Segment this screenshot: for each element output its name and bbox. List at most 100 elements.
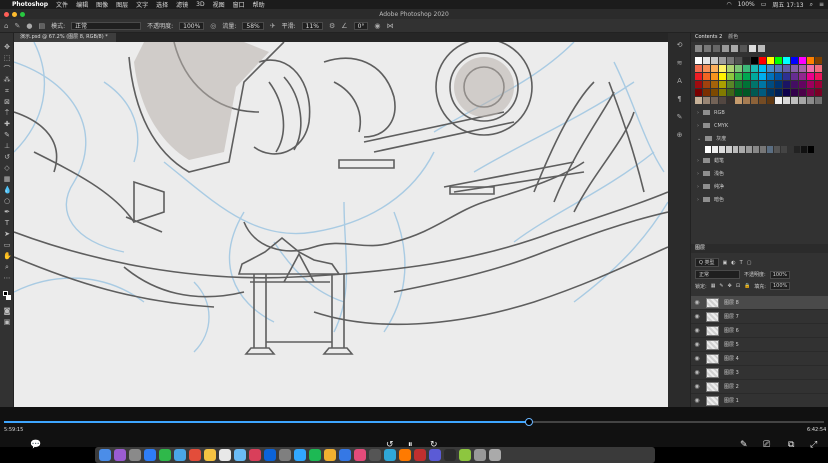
character-panel-icon[interactable]: A [675, 77, 684, 86]
color-swatch[interactable] [775, 57, 782, 64]
color-swatch[interactable] [807, 65, 814, 72]
color-swatch[interactable] [727, 57, 734, 64]
app-menu[interactable]: Photoshop [12, 1, 48, 8]
color-swatch[interactable] [767, 57, 774, 64]
eye-icon[interactable]: ◉ [691, 341, 703, 348]
menu-edit[interactable]: 编辑 [76, 0, 88, 9]
color-swatch[interactable] [775, 81, 782, 88]
color-swatch[interactable] [735, 97, 742, 104]
color-swatch[interactable] [799, 97, 806, 104]
safari-icon[interactable] [144, 449, 156, 461]
color-swatch[interactable] [791, 57, 798, 64]
menu-select[interactable]: 选择 [156, 0, 168, 9]
layer-row[interactable]: ◉ 图层 6 [691, 324, 828, 338]
lock-paint-icon[interactable]: ✎ [719, 283, 723, 289]
color-swatch[interactable] [767, 89, 774, 96]
color-swatch[interactable] [791, 81, 798, 88]
trash-icon[interactable] [489, 449, 501, 461]
filter-shape-icon[interactable]: ▢ [747, 260, 752, 266]
app-icon[interactable] [339, 449, 351, 461]
lock-transparent-icon[interactable]: ▦ [711, 283, 716, 289]
color-swatch[interactable] [703, 57, 710, 64]
color-swatch[interactable] [751, 81, 758, 88]
color-swatch[interactable] [759, 73, 766, 80]
home-icon[interactable]: ⌂ [4, 22, 8, 30]
color-swatch[interactable] [759, 81, 766, 88]
mail-icon[interactable] [174, 449, 186, 461]
gray-swatch[interactable] [773, 146, 780, 153]
finder-icon[interactable] [99, 449, 111, 461]
battery-icon[interactable]: ▭ [761, 1, 767, 8]
filter-type-icon[interactable]: T [740, 260, 743, 266]
color-swatch[interactable] [807, 81, 814, 88]
pressure-opacity-icon[interactable]: ◎ [210, 22, 216, 30]
color-swatch[interactable] [743, 97, 750, 104]
app-icon[interactable] [414, 449, 426, 461]
frame-tool-icon[interactable]: ⊠ [3, 98, 11, 106]
color-swatch[interactable] [703, 73, 710, 80]
gray-swatch[interactable] [718, 146, 725, 153]
fullscreen-icon[interactable]: ⤢ [810, 440, 817, 450]
color-swatch[interactable] [727, 81, 734, 88]
panel-tab-2[interactable]: 颜色 [728, 33, 738, 42]
pressure-size-icon[interactable]: ◉ [374, 22, 380, 30]
screen-mode-icon[interactable]: ▣ [3, 318, 11, 326]
recent-swatch[interactable] [713, 45, 720, 52]
color-swatch[interactable] [815, 65, 822, 72]
swatch-group-pastel[interactable]: › 蜡笔 [691, 154, 828, 167]
color-swatch[interactable] [743, 89, 750, 96]
recent-swatch[interactable] [722, 45, 729, 52]
zoom-tool-icon[interactable]: ⌕ [3, 263, 11, 271]
color-swatch[interactable] [783, 89, 790, 96]
color-swatch[interactable] [759, 97, 766, 104]
brush-panel-icon[interactable]: ▤ [38, 22, 45, 30]
gray-swatch[interactable] [711, 146, 718, 153]
background-color-swatch[interactable] [6, 295, 11, 300]
color-swatch[interactable] [815, 81, 822, 88]
path-select-tool-icon[interactable]: ➤ [3, 230, 11, 238]
airplay-icon[interactable]: ⎚ [763, 440, 770, 450]
eye-icon[interactable]: ◉ [691, 313, 703, 320]
gray-swatch[interactable] [732, 146, 739, 153]
lock-position-icon[interactable]: ✥ [728, 283, 732, 289]
gray-swatch[interactable] [739, 146, 746, 153]
swatch-group-cmyk[interactable]: › CMYK [691, 119, 828, 132]
mode-select[interactable]: 正常 [71, 21, 142, 30]
eye-icon[interactable]: ◉ [691, 383, 703, 390]
gray-swatch[interactable] [808, 146, 814, 153]
gray-swatch[interactable] [801, 146, 808, 153]
color-swatch[interactable] [735, 57, 742, 64]
color-swatch[interactable] [711, 81, 718, 88]
blur-tool-icon[interactable]: 💧 [3, 186, 12, 194]
layer-row[interactable]: ◉ 图层 1 [691, 394, 828, 408]
color-swatch[interactable] [695, 57, 702, 64]
downloads-icon[interactable] [474, 449, 486, 461]
wifi-icon[interactable]: ◠ [726, 1, 731, 8]
color-swatch[interactable] [783, 73, 790, 80]
color-swatch[interactable] [695, 81, 702, 88]
color-swatch[interactable] [767, 73, 774, 80]
brush-preset-icon[interactable]: ● [26, 22, 32, 30]
color-swatch[interactable] [719, 81, 726, 88]
color-swatch[interactable] [711, 97, 718, 104]
color-swatch[interactable] [799, 89, 806, 96]
flow-field[interactable]: 58% [242, 21, 264, 30]
eraser-tool-icon[interactable]: ◇ [3, 164, 11, 172]
color-swatch[interactable] [703, 97, 710, 104]
gray-swatch[interactable] [787, 146, 794, 153]
gray-swatch[interactable] [753, 146, 759, 153]
color-swatch[interactable] [759, 57, 766, 64]
color-swatch[interactable] [695, 89, 702, 96]
angle-field[interactable]: 0° [353, 21, 369, 30]
layer-row[interactable]: ◉ 图层 4 [691, 352, 828, 366]
color-swatch[interactable] [711, 57, 718, 64]
launchpad-icon[interactable] [129, 449, 141, 461]
picture-in-picture-icon[interactable]: ⧉ [788, 440, 794, 450]
maps-icon[interactable] [234, 449, 246, 461]
swatch-group-rgb[interactable]: › RGB [691, 106, 828, 119]
color-swatch[interactable] [815, 73, 822, 80]
color-swatch[interactable] [719, 65, 726, 72]
hand-tool-icon[interactable]: ✋ [3, 252, 12, 260]
color-swatch[interactable] [719, 57, 726, 64]
color-swatch[interactable] [735, 89, 742, 96]
